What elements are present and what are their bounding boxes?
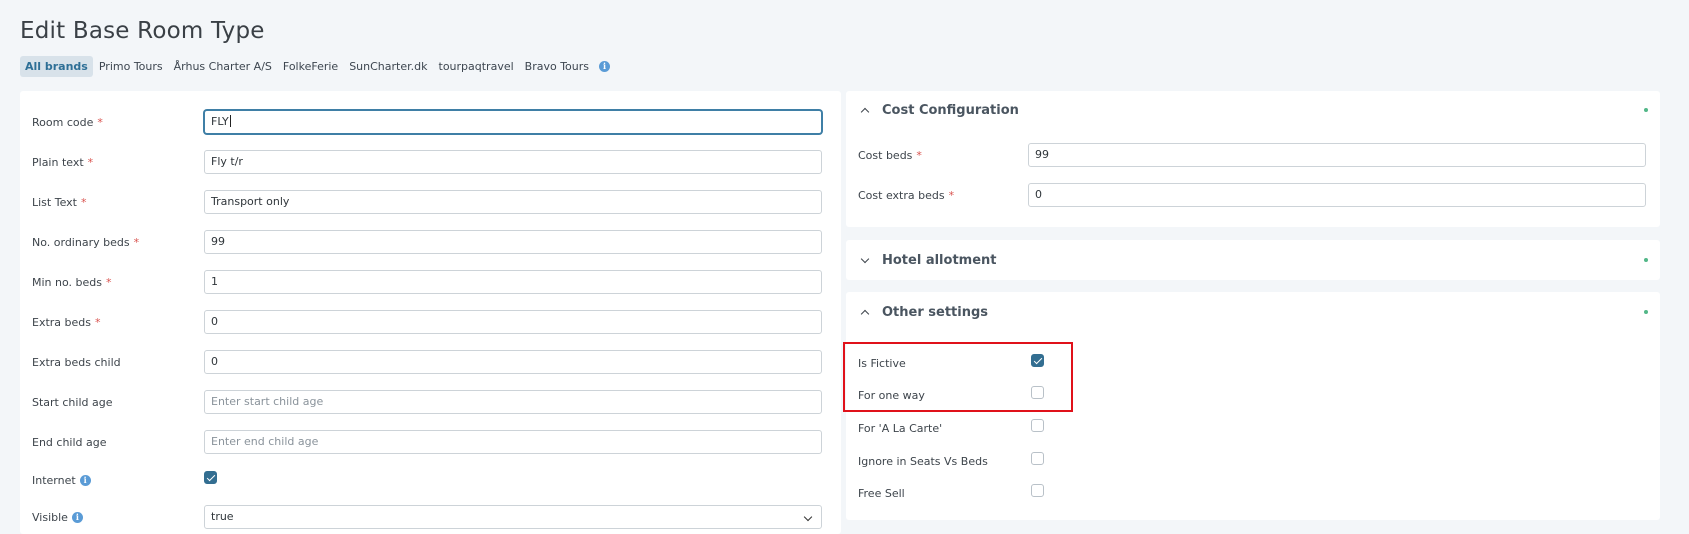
page-title: Edit Base Room Type: [20, 18, 265, 44]
ignore-seats-vs-beds-label: Ignore in Seats Vs Beds: [858, 455, 988, 468]
extra-beds-child-label: Extra beds child: [32, 356, 121, 369]
brand-bravo-tours[interactable]: Bravo Tours: [520, 56, 594, 77]
extra-beds-label: Extra beds: [32, 316, 91, 329]
brand-filter: All brands Primo Tours Århus Charter A/S…: [20, 56, 611, 77]
chevron-up-icon: [860, 309, 870, 319]
cost-configuration-header[interactable]: Cost Configuration: [858, 91, 1648, 129]
min-beds-label: Min no. beds: [32, 276, 102, 289]
chevron-down-icon: [803, 512, 813, 522]
cost-beds-row: Cost beds * 99: [846, 143, 1660, 167]
list-text-input[interactable]: Transport only: [204, 190, 822, 214]
hotel-allotment-panel: Hotel allotment: [846, 240, 1660, 280]
visible-select[interactable]: true: [204, 505, 822, 529]
extra-beds-row: Extra beds * 0: [20, 310, 841, 336]
cost-extra-beds-input[interactable]: 0: [1028, 183, 1646, 207]
brand-folkeferie[interactable]: FolkeFerie: [278, 56, 343, 77]
end-child-age-input[interactable]: Enter end child age: [204, 430, 822, 454]
status-dot: [1644, 108, 1648, 112]
status-dot: [1644, 310, 1648, 314]
other-settings-title: Other settings: [882, 304, 989, 320]
brand-all[interactable]: All brands: [20, 56, 93, 77]
ordinary-beds-input[interactable]: 99: [204, 230, 822, 254]
end-child-age-row: End child age Enter end child age: [20, 430, 841, 456]
start-child-age-input[interactable]: Enter start child age: [204, 390, 822, 414]
chevron-down-icon: [860, 254, 870, 263]
ordinary-beds-row: No. ordinary beds * 99: [20, 230, 841, 256]
internet-label: Internet: [32, 474, 76, 487]
info-icon[interactable]: i: [599, 61, 611, 72]
plain-text-label: Plain text: [32, 156, 84, 169]
start-child-age-row: Start child age Enter start child age: [20, 390, 841, 416]
cost-beds-input[interactable]: 99: [1028, 143, 1646, 167]
room-code-input[interactable]: FLY: [204, 110, 822, 134]
cost-configuration-panel: Cost Configuration Cost beds * 99 Cost ex…: [846, 91, 1660, 227]
ignore-seats-vs-beds-row: Ignore in Seats Vs Beds: [846, 452, 1166, 472]
end-child-age-label: End child age: [32, 436, 107, 449]
start-child-age-label: Start child age: [32, 396, 113, 409]
visible-label: Visible: [32, 511, 68, 524]
a-la-carte-checkbox[interactable]: [1031, 419, 1044, 432]
hotel-allotment-title: Hotel allotment: [882, 252, 997, 268]
cost-extra-beds-label: Cost extra beds: [858, 189, 945, 202]
brand-suncharter[interactable]: SunCharter.dk: [344, 56, 432, 77]
other-settings-header[interactable]: Other settings: [858, 292, 1648, 332]
brand-tourpaqtravel[interactable]: tourpaqtravel: [434, 56, 519, 77]
status-dot: [1644, 258, 1648, 262]
room-code-row: Room code * FLY: [20, 110, 841, 136]
chevron-up-icon: [860, 107, 870, 117]
min-beds-row: Min no. beds * 1: [20, 270, 841, 296]
ordinary-beds-label: No. ordinary beds: [32, 236, 130, 249]
cost-extra-beds-row: Cost extra beds * 0: [846, 183, 1660, 207]
internet-checkbox[interactable]: [204, 471, 217, 484]
free-sell-row: Free Sell: [846, 484, 1166, 504]
ignore-seats-vs-beds-checkbox[interactable]: [1031, 452, 1044, 465]
cost-beds-label: Cost beds: [858, 149, 913, 162]
extra-beds-input[interactable]: 0: [204, 310, 822, 334]
highlight-annotation-box: [843, 342, 1073, 412]
info-icon[interactable]: i: [79, 475, 91, 486]
plain-text-row: Plain text * Fly t/r: [20, 150, 841, 176]
plain-text-input[interactable]: Fly t/r: [204, 150, 822, 174]
list-text-row: List Text * Transport only: [20, 190, 841, 216]
info-icon[interactable]: i: [71, 512, 83, 523]
internet-row: Internet i: [20, 468, 841, 494]
list-text-label: List Text: [32, 196, 77, 209]
brand-arhus-charter[interactable]: Århus Charter A/S: [169, 56, 277, 77]
free-sell-label: Free Sell: [858, 487, 905, 500]
a-la-carte-row: For 'A La Carte': [846, 419, 1166, 439]
extra-beds-child-input[interactable]: 0: [204, 350, 822, 374]
extra-beds-child-row: Extra beds child 0: [20, 350, 841, 376]
a-la-carte-label: For 'A La Carte': [858, 422, 943, 435]
min-beds-input[interactable]: 1: [204, 270, 822, 294]
cost-configuration-title: Cost Configuration: [882, 102, 1019, 118]
room-code-label: Room code: [32, 116, 94, 129]
brand-primo-tours[interactable]: Primo Tours: [94, 56, 168, 77]
free-sell-checkbox[interactable]: [1031, 484, 1044, 497]
hotel-allotment-header[interactable]: Hotel allotment: [858, 240, 1648, 280]
visible-row: Visible i true: [20, 503, 841, 529]
room-type-form: Room code * FLY Plain text * Fly t/r List …: [20, 91, 841, 534]
